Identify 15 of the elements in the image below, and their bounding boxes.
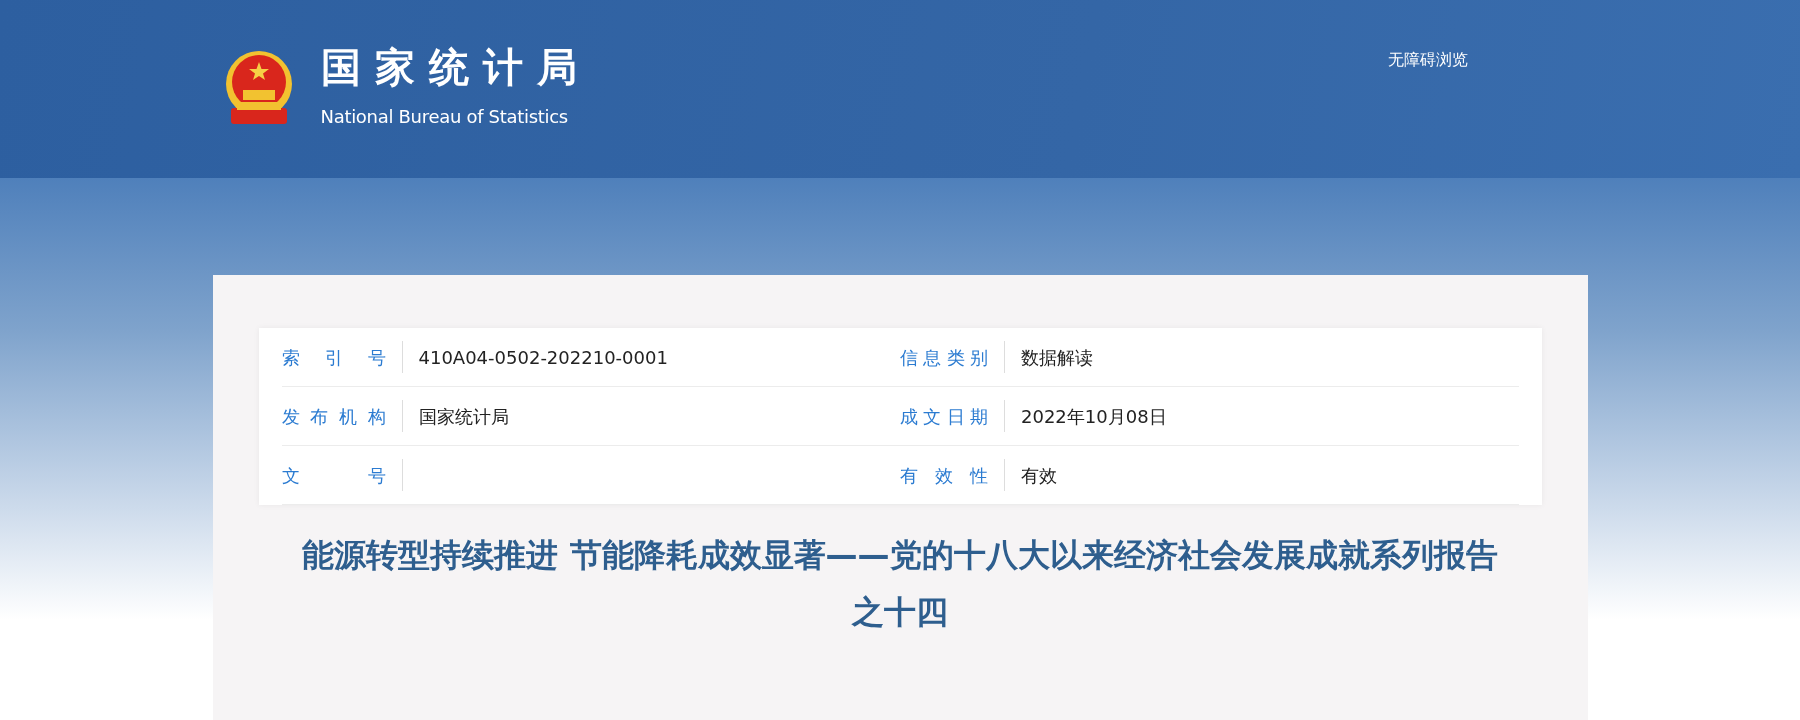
field-value: 国家统计局 <box>418 404 509 429</box>
site-name-english: National Bureau of Statistics <box>320 105 569 129</box>
field-label: 文号 <box>281 463 386 488</box>
field-value: 有效 <box>1021 463 1057 488</box>
field-label: 发布机构 <box>281 404 386 429</box>
field-value: 数据解读 <box>1021 345 1093 370</box>
field-label: 成文日期 <box>900 404 988 429</box>
field-label: 有效性 <box>900 463 988 488</box>
site-name: 国家统计局 <box>320 45 591 89</box>
field-label: 信息类别 <box>900 345 988 370</box>
field-value: 410A04-0502-202210-0001 <box>418 345 668 370</box>
field-value: 2022年10月08日 <box>1021 404 1167 429</box>
field-label: 索引号 <box>281 345 386 370</box>
article-title: 能源转型持续推进 节能降耗成效显著——党的十八大以来经济社会发展成就系列报告之十四 <box>301 535 1499 633</box>
accessibility-link[interactable]: 无障碍浏览 <box>1387 48 1468 72</box>
